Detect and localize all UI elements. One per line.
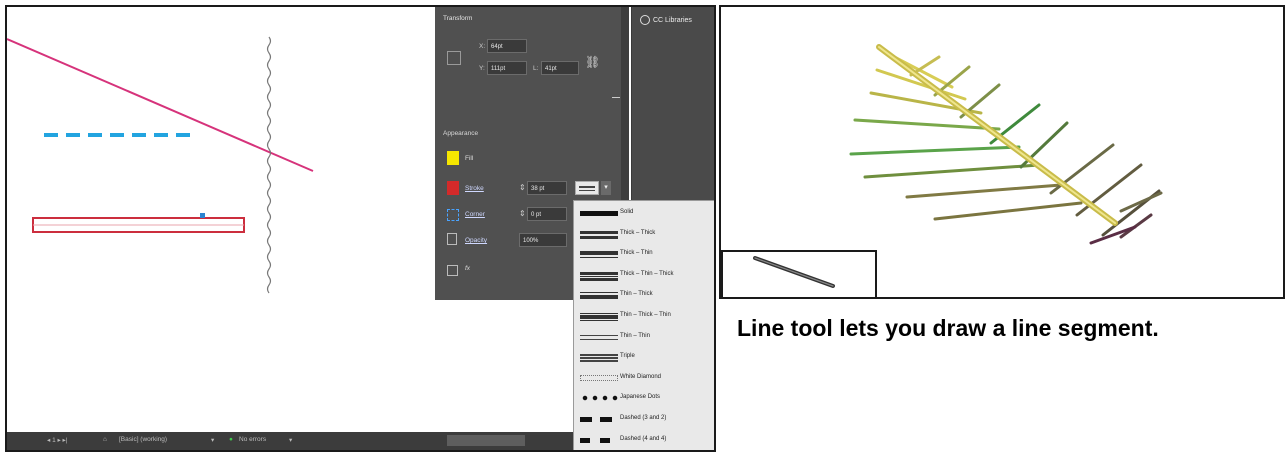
stroke-style-option[interactable]: Thick – Thin <box>578 246 714 264</box>
workspace-selector[interactable]: [Basic] (working) <box>119 436 167 443</box>
stroke-style-option[interactable]: Thick – Thick <box>578 226 714 244</box>
horizontal-scrollbar[interactable] <box>447 435 525 446</box>
pink-diagonal-line[interactable] <box>7 38 314 172</box>
stroke-style-label: Thick – Thin <box>620 250 653 257</box>
stroke-style-sample <box>580 416 618 424</box>
stroke-style-option[interactable]: Solid <box>578 205 714 223</box>
stroke-type-list: Solid Thick – Thick Thick – Thin Thick – Th… <box>573 200 714 450</box>
stroke-style-sample <box>580 354 618 363</box>
stroke-style-sample <box>580 374 618 383</box>
opacity-label[interactable]: Opacity <box>465 237 487 244</box>
stroke-style-sample <box>580 210 618 218</box>
x-label: X: <box>479 43 486 50</box>
stroke-style-label: Thin – Thin <box>620 332 650 339</box>
more-options-icon[interactable] <box>612 97 620 98</box>
preflight-status-icon: ● <box>229 436 233 443</box>
stroke-style-option[interactable]: Thick – Thin – Thick <box>578 267 714 285</box>
x-field[interactable]: 64pt <box>487 39 527 53</box>
effects-icon[interactable] <box>447 265 458 276</box>
line-tool-thumbnail <box>721 250 877 297</box>
stroke-style-label: Japanese Dots <box>620 394 661 401</box>
preflight-chevron-icon[interactable]: ▾ <box>289 436 292 444</box>
line-segment-preview <box>753 256 835 288</box>
stroke-style-label: White Diamond <box>620 373 662 380</box>
stroke-style-option[interactable]: Japanese Dots <box>578 390 714 408</box>
opacity-icon <box>447 233 457 245</box>
stroke-label[interactable]: Stroke <box>465 185 484 192</box>
stroke-style-sample <box>580 437 618 445</box>
cc-libraries-label: CC Libraries <box>653 16 692 24</box>
fill-swatch[interactable] <box>447 151 459 165</box>
chevron-down-icon[interactable]: ▾ <box>601 181 611 195</box>
stroke-style-label: Triple <box>620 353 635 360</box>
stroke-style-label: Solid <box>620 209 634 215</box>
stroke-style-option[interactable]: White Diamond <box>578 370 714 388</box>
stroke-weight-field[interactable]: 38 pt <box>527 181 567 195</box>
stroke-style-sample <box>580 251 618 259</box>
leaf-drawing-screenshot <box>719 5 1285 299</box>
constrain-link-icon[interactable]: ⛓ <box>585 55 600 69</box>
cc-libraries-icon <box>640 15 650 25</box>
stroke-style-sample <box>580 395 618 403</box>
corner-field[interactable]: 0 pt <box>527 207 567 221</box>
stroke-swatch[interactable] <box>447 181 459 195</box>
opacity-field[interactable]: 100% <box>519 233 567 247</box>
fx-label[interactable]: fx <box>465 265 470 272</box>
page-navigation[interactable]: ◂ 1 ▸ ▸| <box>47 436 68 444</box>
status-bar: ◂ 1 ▸ ▸| ⌂ [Basic] (working) ▾ ● No erro… <box>7 432 573 450</box>
stroke-style-option[interactable]: Dashed (4 and 4) <box>578 432 714 450</box>
home-icon[interactable]: ⌂ <box>103 436 107 443</box>
y-field[interactable]: 111pt <box>487 61 527 75</box>
stroke-style-sample <box>580 313 618 321</box>
corner-stepper[interactable]: ⇕ <box>519 209 526 218</box>
stroke-style-option[interactable]: Thin – Thick – Thin <box>578 308 714 326</box>
fill-label: Fill <box>465 155 474 162</box>
stroke-style-sample <box>580 292 618 300</box>
stroke-type-dropdown[interactable] <box>575 181 599 195</box>
y-label: Y: <box>479 65 485 72</box>
stroke-style-option[interactable]: Thin – Thin <box>578 329 714 347</box>
stroke-style-sample <box>580 230 618 239</box>
h-field[interactable]: 41pt <box>541 61 579 75</box>
preflight-status[interactable]: No errors <box>239 436 266 443</box>
stroke-style-sample <box>580 271 618 281</box>
corner-label[interactable]: Corner <box>465 211 485 218</box>
corner-icon <box>447 209 459 221</box>
stroke-style-label: Thick – Thick <box>620 229 656 236</box>
workspace-chevron-icon[interactable]: ▾ <box>211 436 214 444</box>
transform-title: Transform <box>443 15 473 22</box>
appearance-title: Appearance <box>443 130 479 137</box>
h-label: L: <box>533 65 539 72</box>
stroke-style-label: Thick – Thin – Thick <box>620 270 674 277</box>
stroke-style-label: Dashed (3 and 2) <box>620 415 667 421</box>
stroke-style-sample <box>580 334 618 342</box>
reference-point-icon[interactable] <box>447 51 461 65</box>
wavy-vertical-line[interactable] <box>266 36 272 294</box>
stroke-style-label: Dashed (4 and 4) <box>620 435 667 442</box>
stroke-style-option[interactable]: Triple <box>578 349 714 367</box>
selection-handle[interactable] <box>200 213 205 218</box>
stroke-style-option[interactable]: Thin – Thick <box>578 287 714 305</box>
tab-cc-libraries[interactable]: CC Libraries <box>640 15 692 25</box>
stroke-style-label: Thin – Thick <box>620 291 653 298</box>
stroke-style-label: Thin – Thick – Thin <box>620 312 671 318</box>
indesign-screenshot: Transform X: 64pt Y: 111pt L: 41pt ⛓ App… <box>5 5 716 452</box>
stroke-weight-stepper[interactable]: ⇕ <box>519 183 526 192</box>
stroke-style-option[interactable]: Dashed (3 and 2) <box>578 411 714 429</box>
caption-text: Line tool lets you draw a line segment. <box>737 315 1159 341</box>
